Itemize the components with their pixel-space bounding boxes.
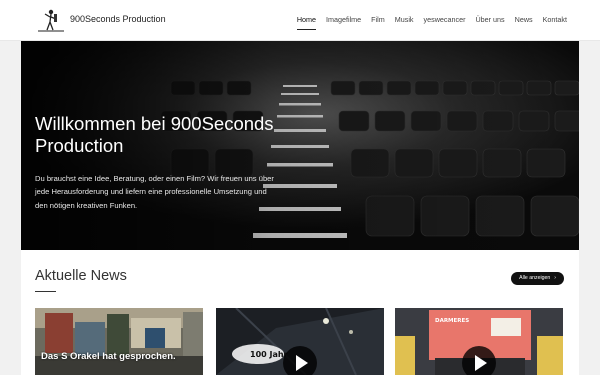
news-card-1[interactable]: Das S Orakel hat gesprochen.: [35, 308, 203, 375]
nav-news[interactable]: News: [515, 15, 533, 24]
hero-description: Du brauchst eine Idee, Beratung, oder ei…: [35, 174, 274, 210]
nav-musik[interactable]: Musik: [395, 15, 414, 24]
news-card-2[interactable]: 100 Jahr: [216, 308, 384, 375]
heading-underline: [35, 291, 56, 292]
nav-home[interactable]: Home: [296, 15, 317, 30]
news-card-1-image: [35, 308, 203, 375]
show-all-label: Alle anzeigen: [519, 275, 551, 281]
site-header: 900Seconds Production Home Imagefilme Fi…: [0, 0, 600, 41]
logo-figure-icon[interactable]: [36, 8, 66, 34]
hero-title: Willkommen bei 900Seconds Production: [35, 113, 274, 156]
show-all-button[interactable]: Alle anzeigen ›: [511, 272, 564, 285]
news-card-3[interactable]: DARMERES: [395, 308, 563, 375]
nav-kontakt[interactable]: Kontakt: [543, 15, 567, 24]
nav-ueber-uns[interactable]: Über uns: [475, 15, 504, 24]
news-section: Aktuelle News Alle anzeigen › Das S Orak…: [21, 250, 579, 375]
nav-imagefilme[interactable]: Imagefilme: [326, 15, 361, 24]
news-heading: Aktuelle News: [35, 268, 127, 284]
nav-film[interactable]: Film: [371, 15, 385, 24]
news-card-3-overlay: DARMERES: [435, 318, 469, 324]
play-icon[interactable]: [462, 346, 496, 375]
news-card-2-overlay: 100 Jahr: [250, 350, 288, 359]
brand-name[interactable]: 900Seconds Production: [70, 14, 166, 24]
play-icon[interactable]: [283, 346, 317, 375]
chevron-right-icon: ›: [554, 275, 556, 281]
news-card-1-caption: Das S Orakel hat gesprochen.: [41, 351, 176, 362]
main-nav: Home Imagefilme Film Musik yeswecancer Ü…: [296, 15, 567, 30]
nav-yeswecancer[interactable]: yeswecancer: [424, 15, 466, 24]
hero-banner: Willkommen bei 900Seconds Production Du …: [21, 41, 579, 250]
